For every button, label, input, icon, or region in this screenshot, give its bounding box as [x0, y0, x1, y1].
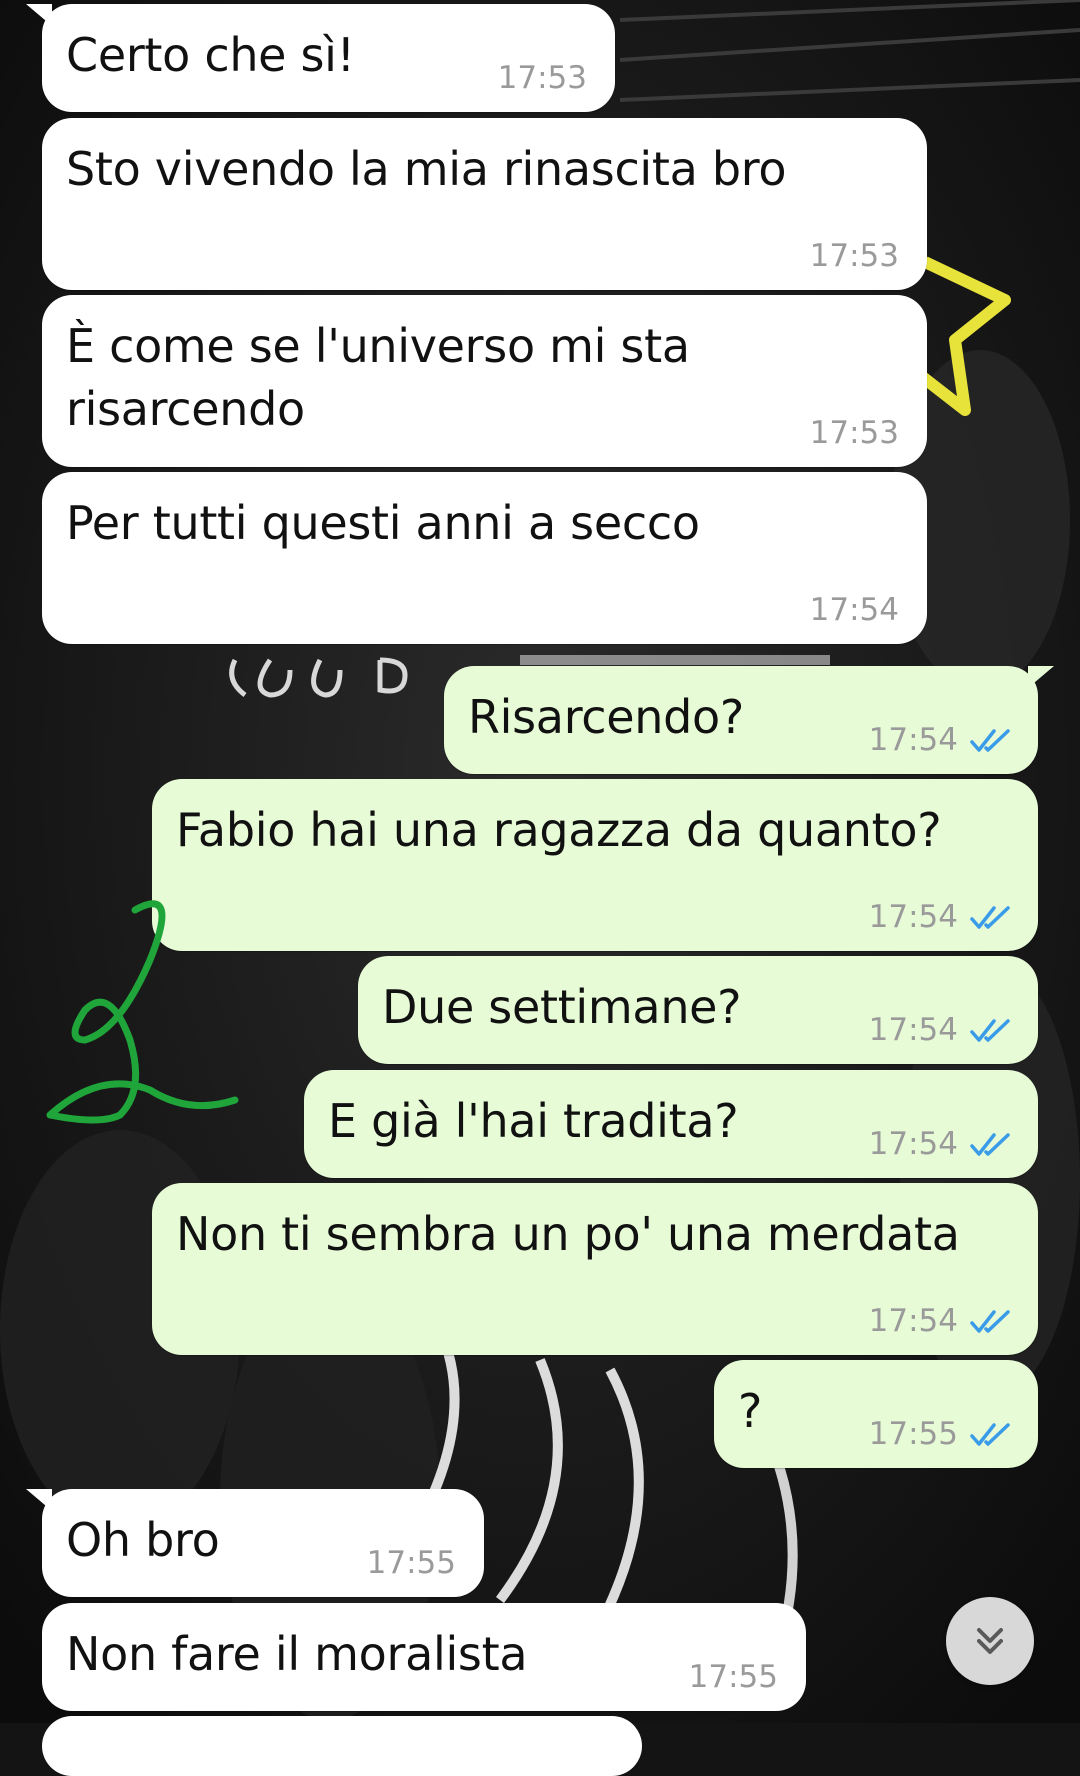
double-check-icon — [970, 1310, 1010, 1333]
message-time: 17:54 — [868, 899, 958, 935]
chevron-double-down-icon — [977, 1628, 1003, 1654]
handwritten-doodle — [46, 900, 239, 1124]
message-text: E già l'hai tradita? — [328, 1094, 739, 1148]
outgoing-message[interactable]: Due settimane? 17:54 — [358, 956, 1038, 1064]
incoming-message[interactable]: Sto vivendo la mia rinascita bro 17:53 — [42, 118, 927, 290]
message-time: 17:55 — [366, 1545, 456, 1581]
message-text: Fabio hai una ragazza da quanto? — [176, 803, 942, 857]
message-text: Sto vivendo la mia rinascita bro — [66, 142, 787, 196]
message-time: 17:53 — [809, 238, 899, 274]
message-text: È come se l'universo mi sta risarcendo — [66, 315, 690, 441]
bubble-tail — [1028, 666, 1054, 688]
double-check-icon — [970, 906, 1010, 929]
double-check-icon — [970, 1423, 1010, 1446]
double-check-icon — [970, 1133, 1010, 1156]
incoming-message[interactable]: Non fare il moralista 17:55 — [42, 1603, 806, 1711]
double-check-icon — [970, 1019, 1010, 1042]
message-text: Due settimane? — [382, 980, 742, 1034]
outgoing-message[interactable]: E già l'hai tradita? 17:54 — [304, 1070, 1038, 1178]
message-time: 17:55 — [868, 1416, 958, 1452]
incoming-message-partial[interactable] — [42, 1716, 642, 1776]
outgoing-message[interactable]: Non ti sembra un po' una merdata 17:54 — [152, 1183, 1038, 1355]
message-text: Non ti sembra un po' una merdata — [176, 1207, 960, 1261]
bubble-tail — [26, 4, 52, 26]
message-time: 17:54 — [868, 1126, 958, 1162]
outgoing-message[interactable]: Fabio hai una ragazza da quanto? 17:54 — [152, 779, 1038, 951]
message-time: 17:53 — [497, 60, 587, 96]
message-list[interactable]: Certo che sì! 17:53 Sto vivendo la mia r… — [0, 0, 1080, 1776]
outgoing-message[interactable]: ? 17:55 — [714, 1360, 1038, 1468]
message-text: Certo che sì! — [66, 28, 355, 82]
message-text: Risarcendo? — [468, 690, 745, 744]
bubble-tail — [26, 1489, 52, 1511]
message-text: ? — [738, 1384, 763, 1438]
message-time: 17:54 — [868, 722, 958, 758]
message-text-line: risarcendo — [66, 382, 305, 436]
incoming-message[interactable]: Per tutti questi anni a secco 17:54 — [42, 472, 927, 644]
outgoing-message[interactable]: Risarcendo? 17:54 — [444, 666, 1054, 774]
message-time: 17:54 — [868, 1303, 958, 1339]
incoming-message[interactable]: Certo che sì! 17:53 — [26, 4, 615, 112]
message-time: 17:55 — [688, 1659, 778, 1695]
message-time: 17:54 — [809, 592, 899, 628]
message-time: 17:53 — [809, 415, 899, 451]
message-text-line: È come se l'universo mi sta — [66, 319, 690, 373]
message-text: Non fare il moralista — [66, 1627, 528, 1681]
incoming-message[interactable]: Oh bro 17:55 — [26, 1489, 484, 1597]
incoming-message[interactable]: È come se l'universo mi sta risarcendo 1… — [42, 295, 927, 467]
double-check-icon — [970, 729, 1010, 752]
message-text: Oh bro — [66, 1513, 220, 1567]
message-text: Per tutti questi anni a secco — [66, 496, 700, 550]
scroll-to-bottom-button[interactable] — [946, 1597, 1034, 1685]
message-time: 17:54 — [868, 1012, 958, 1048]
